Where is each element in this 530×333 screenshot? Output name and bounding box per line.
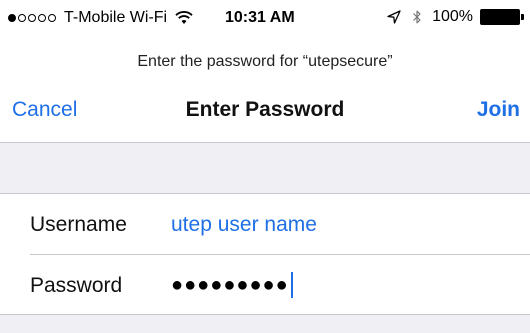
signal-dot	[48, 14, 56, 22]
location-arrow-icon	[386, 9, 402, 25]
wifi-icon	[175, 11, 193, 25]
signal-dot	[8, 14, 16, 22]
header-area: T-Mobile Wi-Fi 10:31 AM 100% Enter the p…	[0, 0, 530, 143]
credentials-form: Username utep user name Password ●●●●●●●…	[0, 193, 530, 315]
join-button[interactable]: Join	[477, 96, 520, 124]
battery-icon	[480, 9, 524, 25]
status-bar: T-Mobile Wi-Fi 10:31 AM 100%	[0, 0, 530, 36]
navigation-bar: Cancel Enter Password Join	[0, 96, 530, 132]
password-value: ●●●●●●●●●	[171, 274, 289, 296]
battery-tip	[521, 14, 524, 20]
wifi-password-screen: T-Mobile Wi-Fi 10:31 AM 100% Enter the p…	[0, 0, 530, 333]
page-title: Enter Password	[185, 98, 345, 121]
text-cursor	[290, 272, 293, 298]
status-left: T-Mobile Wi-Fi	[8, 9, 193, 27]
carrier-name: T-Mobile Wi-Fi	[64, 9, 168, 26]
password-row[interactable]: Password ●●●●●●●●●	[0, 255, 530, 315]
username-label: Username	[30, 213, 127, 236]
cancel-button[interactable]: Cancel	[12, 96, 77, 124]
username-row[interactable]: Username utep user name	[0, 194, 530, 254]
bluetooth-icon	[409, 9, 425, 25]
signal-dot	[38, 14, 46, 22]
password-prompt: Enter the password for “utepsecure”	[137, 53, 393, 70]
battery-percent: 100%	[432, 8, 473, 25]
signal-dot	[28, 14, 36, 22]
battery-fill	[480, 9, 520, 25]
cell-signal-icon	[8, 14, 56, 22]
status-time: 10:31 AM	[225, 9, 295, 26]
signal-dot	[18, 14, 26, 22]
password-label: Password	[30, 274, 123, 297]
password-field[interactable]: ●●●●●●●●●	[171, 268, 293, 302]
username-field[interactable]: utep user name	[171, 212, 317, 238]
status-right: 100%	[386, 8, 524, 26]
